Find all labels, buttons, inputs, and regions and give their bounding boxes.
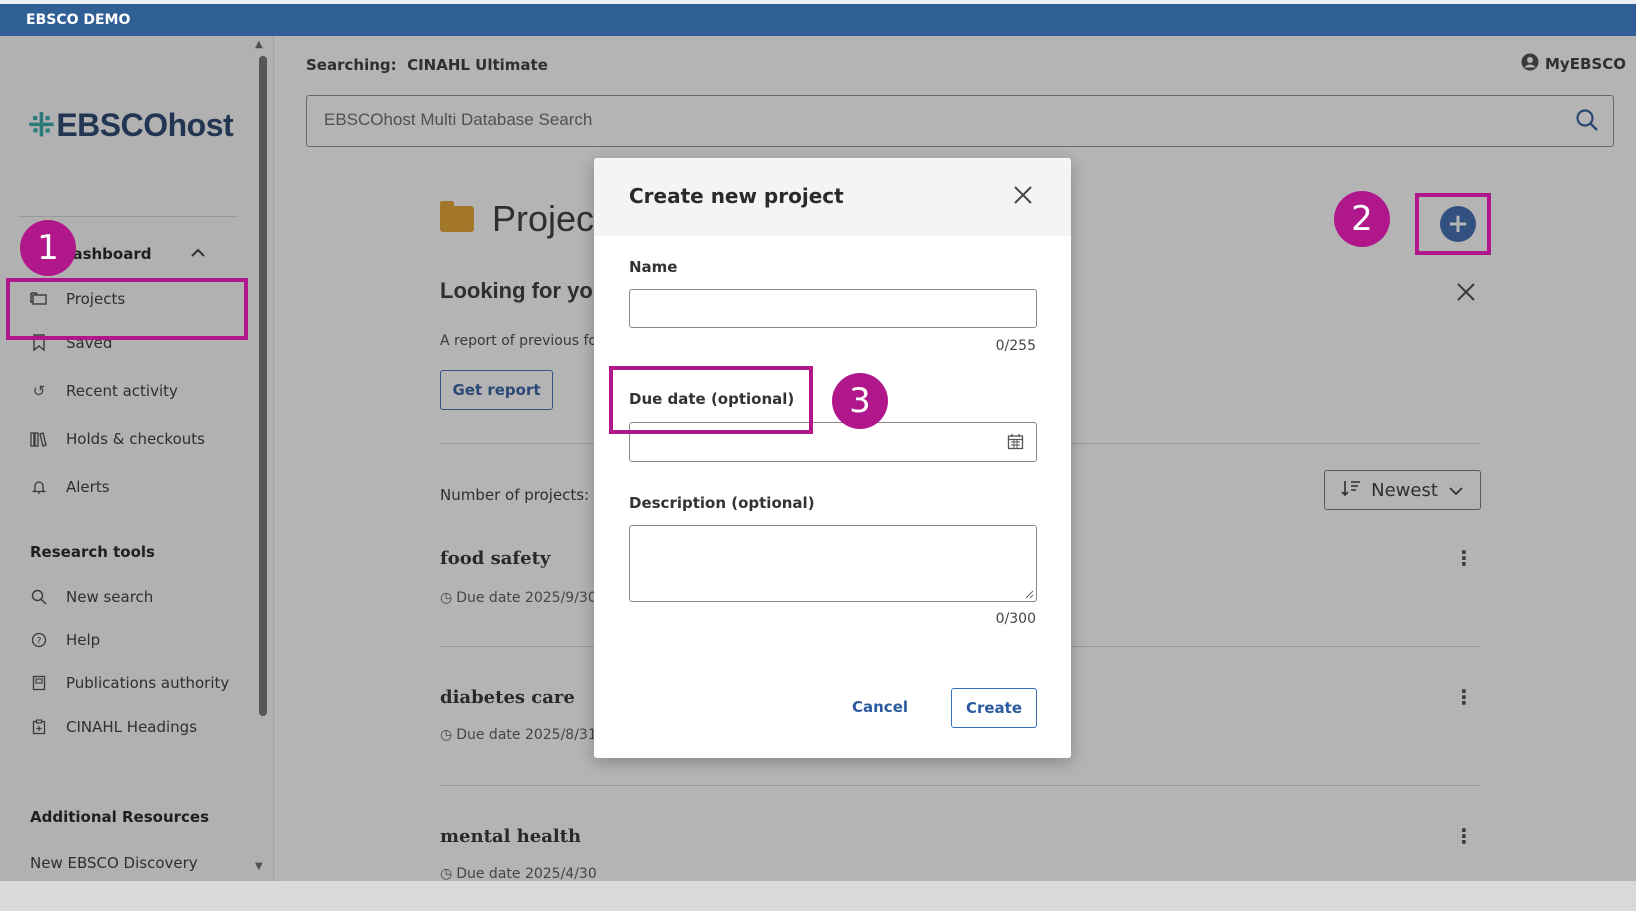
demo-banner: EBSCO DEMO [0,4,1636,36]
close-icon[interactable] [1012,180,1034,213]
description-char-counter: 0/300 [995,611,1036,627]
calendar-icon[interactable] [1007,433,1024,454]
description-label: Description (optional) [629,494,815,512]
create-button[interactable]: Create [951,688,1037,728]
name-label: Name [629,258,678,276]
step-badge-2: 2 [1334,191,1390,247]
highlight-due-date [609,366,813,434]
highlight-add-button [1415,193,1491,255]
cancel-button[interactable]: Cancel [852,698,908,716]
create-project-dialog: Create new project Name 0/255 Due date (… [594,158,1071,758]
app-window: ⁜EBSCOhost Dashboard Projects Saved ↺ Re… [0,36,1636,881]
name-input[interactable] [629,289,1037,328]
highlight-projects [6,278,248,340]
bottom-strip [0,881,1636,911]
dialog-title: Create new project [629,184,844,208]
name-char-counter: 0/255 [995,338,1036,354]
description-textarea[interactable] [629,525,1037,602]
resize-handle-icon[interactable] [1025,590,1034,599]
step-badge-3: 3 [832,373,888,429]
step-badge-1: 1 [20,220,76,276]
demo-banner-title: EBSCO DEMO [26,12,131,28]
